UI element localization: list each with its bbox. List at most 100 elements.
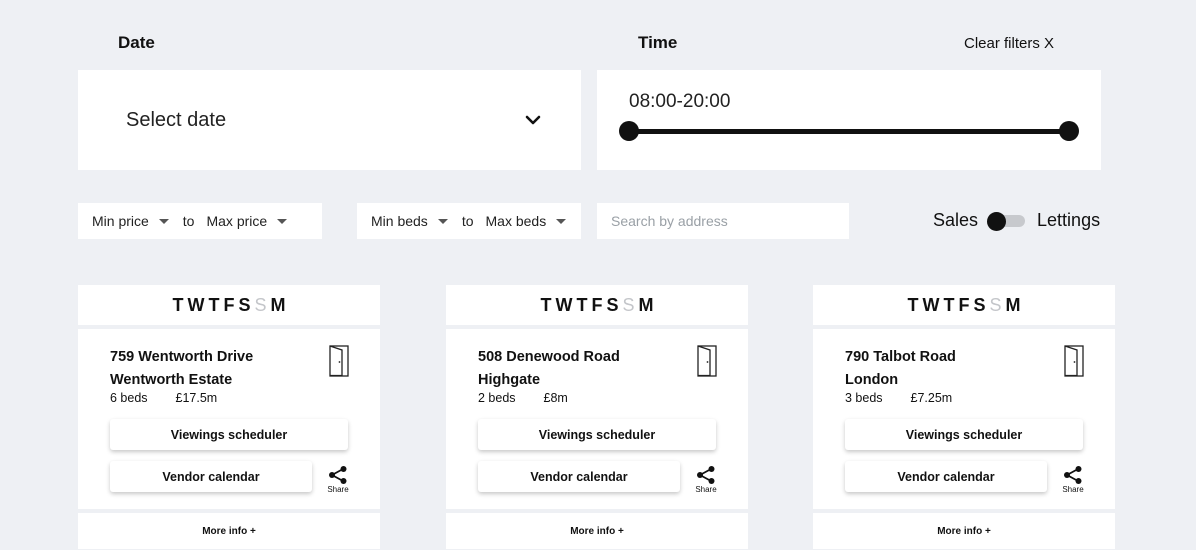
beds-to-label: to — [461, 213, 474, 229]
address-line-1: 759 Wentworth Drive — [110, 349, 254, 365]
property-details: 759 Wentworth Drive Wentworth Estate 6 b… — [78, 329, 380, 509]
share-icon — [697, 466, 715, 484]
share-button[interactable]: Share — [1062, 466, 1084, 494]
property-address: 790 Talbot Road London — [845, 346, 956, 392]
beds-count: 2 beds — [478, 391, 516, 405]
max-price-select[interactable]: Max price — [206, 213, 288, 229]
min-price-label: Min price — [92, 213, 149, 229]
vendor-calendar-button[interactable]: Vendor calendar — [845, 461, 1047, 492]
more-info-button[interactable]: More info + — [78, 513, 380, 549]
price: £8m — [543, 391, 568, 405]
dropdown-caret-icon — [158, 218, 169, 224]
address-line-2: Highgate — [478, 372, 541, 388]
toggle-knob — [987, 211, 1007, 231]
day-thursday[interactable]: T — [208, 295, 219, 316]
availability-days: T W T F S S M — [813, 285, 1115, 325]
beds-count: 3 beds — [845, 391, 883, 405]
property-card: T W T F S S M 508 Denewood Road Highgate… — [446, 285, 748, 549]
min-price-select[interactable]: Min price — [92, 213, 169, 229]
lettings-label: Lettings — [1037, 210, 1101, 230]
time-slider-end-handle[interactable] — [1059, 121, 1079, 141]
address-line-1: 790 Talbot Road — [845, 349, 956, 365]
share-label: Share — [695, 485, 717, 494]
more-info-button[interactable]: More info + — [813, 513, 1115, 549]
day-sunday: S — [622, 294, 635, 315]
property-details: 508 Denewood Road Highgate 2 beds £8m Vi… — [446, 329, 748, 509]
door-icon — [1064, 345, 1084, 377]
day-friday[interactable]: F — [591, 295, 602, 316]
day-saturday[interactable]: S — [606, 295, 618, 316]
viewings-scheduler-button[interactable]: Viewings scheduler — [110, 419, 348, 450]
day-friday[interactable]: F — [223, 295, 234, 316]
dropdown-caret-icon — [437, 218, 448, 224]
beds-count: 6 beds — [110, 391, 148, 405]
day-tuesday[interactable]: T — [172, 295, 183, 316]
viewings-scheduler-button[interactable]: Viewings scheduler — [478, 419, 716, 450]
share-label: Share — [327, 485, 349, 494]
day-thursday[interactable]: T — [943, 295, 954, 316]
vendor-calendar-button[interactable]: Vendor calendar — [110, 461, 312, 492]
date-label: Date — [118, 33, 155, 52]
sales-label: Sales — [933, 210, 979, 230]
time-slider-start-handle[interactable] — [619, 121, 639, 141]
share-button[interactable]: Share — [695, 466, 717, 494]
vendor-calendar-button[interactable]: Vendor calendar — [478, 461, 680, 492]
min-beds-label: Min beds — [371, 213, 428, 229]
address-line-1: 508 Denewood Road — [478, 349, 620, 365]
day-wednesday[interactable]: W — [187, 295, 204, 316]
chevron-down-icon — [525, 115, 541, 125]
day-friday[interactable]: F — [958, 295, 969, 316]
day-wednesday[interactable]: W — [922, 295, 939, 316]
date-select-value: Select date — [126, 108, 227, 131]
property-details: 790 Talbot Road London 3 beds £7.25m Vie… — [813, 329, 1115, 509]
day-sunday: S — [254, 294, 267, 315]
day-monday[interactable]: M — [639, 295, 654, 316]
day-saturday[interactable]: S — [238, 295, 250, 316]
door-icon — [697, 345, 717, 377]
property-meta: 2 beds £8m — [478, 391, 568, 405]
min-beds-select[interactable]: Min beds — [371, 213, 448, 229]
address-line-2: Wentworth Estate — [110, 372, 233, 388]
day-tuesday[interactable]: T — [540, 295, 551, 316]
max-beds-label: Max beds — [485, 213, 547, 229]
day-tuesday[interactable]: T — [907, 295, 918, 316]
price: £17.5m — [175, 391, 218, 405]
share-label: Share — [1062, 485, 1084, 494]
property-card: T W T F S S M 790 Talbot Road London 3 b… — [813, 285, 1115, 549]
price-to-label: to — [182, 213, 195, 229]
day-sunday: S — [989, 294, 1002, 315]
time-range-value: 08:00-20:00 — [629, 91, 731, 112]
max-price-label: Max price — [206, 213, 268, 229]
max-beds-select[interactable]: Max beds — [486, 213, 567, 229]
beds-filter: Min beds to Max beds — [357, 203, 581, 239]
address-line-2: London — [845, 372, 899, 388]
address-search-input[interactable] — [611, 213, 831, 229]
day-monday[interactable]: M — [271, 295, 286, 316]
share-button[interactable]: Share — [327, 466, 349, 494]
availability-days: T W T F S S M — [446, 285, 748, 325]
day-monday[interactable]: M — [1006, 295, 1021, 316]
day-saturday[interactable]: S — [973, 295, 985, 316]
date-select[interactable]: Select date — [78, 70, 581, 170]
door-icon — [329, 345, 349, 377]
availability-days: T W T F S S M — [78, 285, 380, 325]
clear-filters-button[interactable]: Clear filters X — [964, 35, 1054, 52]
sales-lettings-toggle-row: Sales Lettings — [933, 210, 1100, 231]
sales-lettings-toggle[interactable] — [987, 211, 1026, 231]
address-search — [597, 203, 849, 239]
viewings-scheduler-button[interactable]: Viewings scheduler — [845, 419, 1083, 450]
property-meta: 3 beds £7.25m — [845, 391, 952, 405]
share-icon — [329, 466, 347, 484]
time-label: Time — [638, 33, 678, 52]
day-thursday[interactable]: T — [576, 295, 587, 316]
more-info-button[interactable]: More info + — [446, 513, 748, 549]
share-icon — [1064, 466, 1082, 484]
property-address: 759 Wentworth Drive Wentworth Estate — [110, 346, 253, 392]
property-meta: 6 beds £17.5m — [110, 391, 217, 405]
day-wednesday[interactable]: W — [555, 295, 572, 316]
price: £7.25m — [910, 391, 953, 405]
price-filter: Min price to Max price — [78, 203, 322, 239]
time-slider-track[interactable] — [629, 129, 1069, 134]
dropdown-caret-icon — [556, 218, 567, 224]
property-address: 508 Denewood Road Highgate — [478, 346, 620, 392]
